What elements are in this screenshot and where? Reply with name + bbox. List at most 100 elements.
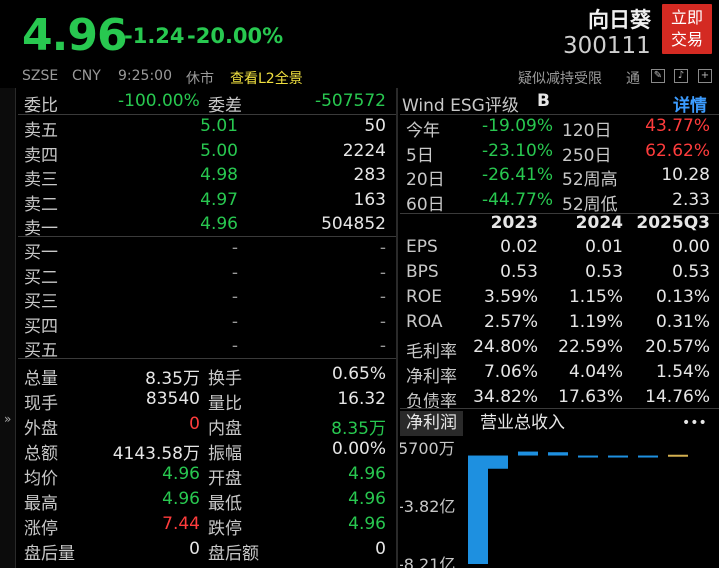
tab-revenue[interactable]: 营业总收入 (474, 411, 571, 436)
fin-label: ROE (406, 287, 442, 307)
chart-bar[interactable] (468, 455, 488, 564)
stat-label: 总量 (24, 369, 58, 389)
fin-row: BPS 0.53 0.53 0.53 (400, 261, 719, 286)
perf-value: 43.77% (645, 116, 710, 136)
stat-label: 最高 (24, 494, 58, 514)
stat-value: 83540 (145, 389, 200, 409)
stat-value: 16.32 (337, 389, 386, 409)
side-collapse-strip[interactable] (0, 88, 16, 568)
stat-value: 4143.58万 (112, 444, 200, 464)
order-book-panel: 委比 -100.00% 委差 -507572 卖五 5.01 50 卖四 5.00 222… (18, 88, 396, 568)
esg-detail-link[interactable]: 详情 (673, 91, 707, 116)
fundamentals-panel: Wind ESG评级 B 详情 今年 -19.09% 120日 43.77% 5日 -23… (400, 88, 719, 568)
bids-label: 买四 (24, 316, 58, 337)
asks-price[interactable]: 4.96 (200, 214, 238, 234)
chart-bar[interactable] (668, 454, 688, 457)
trade-now-button[interactable]: 立即 交易 (662, 4, 712, 54)
fin-label: 毛利率 (406, 342, 457, 362)
stat-label: 外盘 (24, 419, 58, 439)
stat-label: 内盘 (208, 419, 242, 439)
asks-price[interactable]: 4.98 (200, 165, 238, 185)
price-change: -1.24 (124, 24, 185, 48)
asks-label: 卖五 (24, 121, 58, 141)
asks-row: 卖二 4.97 163 (18, 189, 396, 215)
perf-label: 250日 (562, 145, 612, 166)
expand-arrow-icon[interactable]: » (4, 412, 11, 426)
fin-value: 3.59% (483, 287, 538, 307)
stat-label: 开盘 (208, 469, 242, 489)
bids-price[interactable]: - (232, 312, 238, 332)
bids-row: 买一 - - (18, 237, 396, 263)
asks-label: 卖四 (24, 145, 58, 166)
asks-row: 卖一 4.96 504852 (18, 213, 396, 239)
last-price: 4.96 (22, 10, 128, 61)
chart-bar[interactable] (548, 452, 568, 456)
bids-price[interactable]: - (232, 336, 238, 356)
edit-icon[interactable]: ✎ (651, 69, 665, 83)
asks-price[interactable]: 5.00 (200, 141, 238, 161)
bids-volume: - (379, 287, 386, 307)
fin-value: 4.04% (568, 362, 623, 382)
asks-price[interactable]: 4.97 (200, 190, 238, 210)
chart-bar[interactable] (608, 455, 628, 458)
wei-bi-label: 委比 (24, 96, 58, 116)
fin-value: 0.53 (500, 262, 538, 282)
asks-volume: 50 (364, 116, 386, 136)
chart-bar[interactable] (638, 455, 658, 458)
fin-value: 24.80% (473, 337, 538, 357)
perf-row: 20日 -26.41% 52周高 10.28 (400, 164, 719, 190)
asks-label: 卖二 (24, 194, 58, 215)
stock-name: 向日葵 (588, 8, 651, 32)
add-icon[interactable]: + (698, 69, 712, 83)
perf-value: 2.33 (672, 189, 710, 210)
market-code: SZSE (22, 68, 59, 84)
bids-price[interactable]: - (232, 287, 238, 307)
asks-volume: 2224 (342, 140, 386, 161)
perf-value: 10.28 (661, 165, 710, 185)
asks-price[interactable]: 5.01 (200, 116, 238, 136)
chart-bar[interactable] (518, 451, 538, 456)
bids-label: 买二 (24, 267, 58, 288)
bids-price[interactable]: - (232, 238, 238, 258)
asks-row: 卖三 4.98 283 (18, 164, 396, 190)
fin-row: ROA 2.57% 1.19% 0.31% (400, 311, 719, 336)
stat-label: 涨停 (24, 519, 58, 539)
fin-value: 0.31% (655, 312, 710, 332)
perf-value: -23.10% (482, 140, 553, 161)
l2-panorama-link[interactable]: 查看L2全景 (230, 68, 303, 88)
bids-label: 买一 (24, 243, 58, 263)
bids-label: 买三 (24, 292, 58, 312)
fin-label: 净利率 (406, 367, 457, 387)
more-icon[interactable]: ••• (676, 411, 713, 436)
esg-row: Wind ESG评级 B 详情 (400, 90, 719, 116)
fin-value: 0.01 (585, 237, 623, 257)
chart-y-tick-label: -3.82亿 (400, 497, 455, 516)
perf-row: 今年 -19.09% 120日 43.77% (400, 115, 719, 141)
bids-price[interactable]: - (232, 263, 238, 283)
stat-value: 4.96 (348, 514, 386, 534)
wei-cha-value: -507572 (314, 91, 386, 111)
perf-value: -26.41% (482, 165, 553, 185)
bids-row: 买三 - - (18, 286, 396, 312)
chart-tabs: 净利润 营业总收入 ••• (400, 411, 719, 437)
trade-button-line2: 交易 (670, 30, 703, 49)
restriction-notice[interactable]: 疑似减持受限 (518, 68, 602, 88)
asks-row: 卖五 5.01 50 (18, 115, 396, 141)
stat-label: 量比 (208, 394, 242, 414)
fin-label: BPS (406, 262, 439, 282)
chart-bar[interactable] (488, 455, 508, 469)
stat-label: 均价 (24, 469, 58, 489)
bids-volume: - (379, 262, 386, 283)
fin-value: 7.06% (483, 362, 538, 382)
asks-label: 卖三 (24, 170, 58, 190)
perf-label: 52周低 (562, 194, 618, 215)
fin-value: 14.76% (645, 387, 710, 407)
notice-more[interactable]: 通 (626, 68, 640, 88)
chart-bar[interactable] (578, 455, 598, 458)
bell-icon[interactable]: ♪ (674, 69, 688, 83)
net-profit-chart: 5700万 -3.82亿 -8.21亿 (400, 440, 688, 568)
stat-label: 现手 (24, 394, 58, 414)
stat-label: 跌停 (208, 519, 242, 539)
tab-net-profit[interactable]: 净利润 (400, 411, 463, 436)
quote-time: 9:25:00 (118, 68, 172, 84)
